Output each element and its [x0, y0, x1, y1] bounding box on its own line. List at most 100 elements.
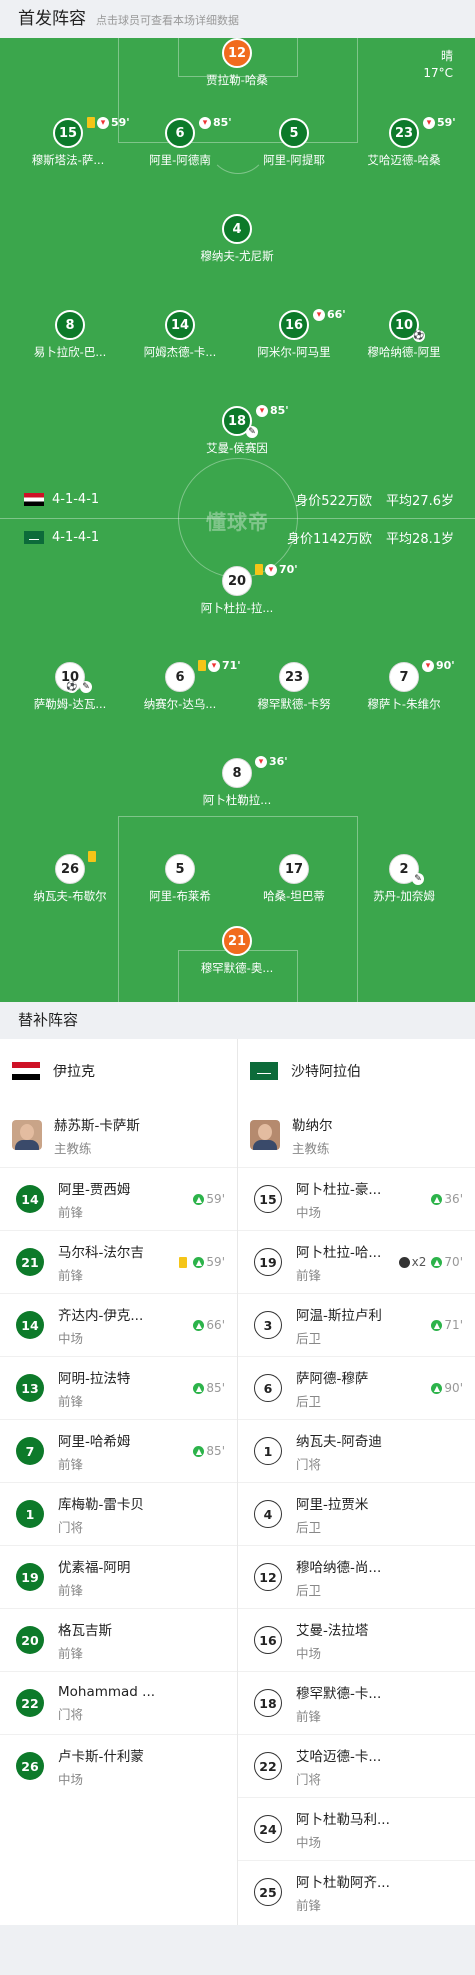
sub-player-row[interactable]: 19 阿卜杜拉-哈... 前锋 x2 ▲ 70': [238, 1230, 475, 1293]
sub-player-row[interactable]: 12 穆哈纳德-尚... 后卫: [238, 1545, 475, 1608]
player-name: 阿里-贾西姆: [58, 1181, 131, 1198]
away-age: 平均28.1岁: [386, 532, 454, 547]
assist-boot-icon: ✎: [246, 426, 258, 438]
sub-in-info: ▲ 36': [431, 1192, 463, 1206]
sub-out-minute: 59': [437, 116, 456, 129]
home-player-14[interactable]: 14 阿姆杰德-卡...: [125, 310, 235, 360]
away-player-7[interactable]: 7 ▾ 90' 穆萨卜-朱维尔: [349, 659, 459, 712]
player-name: 纳赛尔-达乌...: [143, 697, 217, 711]
sub-player-row[interactable]: 18 穆罕默德-卡... 前锋: [238, 1671, 475, 1734]
away-player-8[interactable]: 8 ▾ 36' 阿卜杜勒拉...: [182, 755, 292, 808]
goal-ball-icon: [398, 1256, 410, 1268]
sub-out-minute: 90': [436, 659, 455, 672]
home-player-10[interactable]: 10 ⚽ 穆哈纳德-阿里: [349, 310, 459, 360]
sub-player-row[interactable]: 4 阿里-拉贾米 后卫: [238, 1482, 475, 1545]
sub-player-row[interactable]: 22 Mohammad ... 门将: [0, 1671, 237, 1734]
home-player-8[interactable]: 8 易卜拉欣-巴...: [15, 310, 125, 360]
player-name: 阿卜杜拉-豪...: [296, 1181, 382, 1198]
sub-player-row[interactable]: 19 优素福-阿明 前锋: [0, 1545, 237, 1608]
coach-avatar: [12, 1120, 42, 1150]
sub-player-row[interactable]: 7 阿里-哈希姆 前锋 ▲ 85': [0, 1419, 237, 1482]
home-team-info: 4-1-4-1 身价522万欧 平均27.6岁: [24, 490, 454, 509]
sub-player-row[interactable]: 15 阿卜杜拉-豪... 中场 ▲ 36': [238, 1167, 475, 1230]
away-player-26[interactable]: 26 纳瓦夫-布歇尔: [15, 851, 125, 904]
sub-player-row[interactable]: 24 阿卜杜勒马利... 中场: [238, 1797, 475, 1860]
home-player-4[interactable]: 4 穆纳夫-尤尼斯: [182, 214, 292, 264]
player-name: 艾哈迈德-卡...: [296, 1748, 382, 1765]
player-position: 前锋: [58, 1582, 84, 1598]
away-subs-column: 沙特阿拉伯 勒纳尔 主教练 15 阿卜杜拉-豪... 中场 ▲ 36' 19 阿卜杜拉-哈..…: [237, 1039, 475, 1925]
home-player-5[interactable]: 5 阿里-阿提耶: [239, 118, 349, 168]
sub-player-row[interactable]: 20 格瓦吉斯 前锋: [0, 1608, 237, 1671]
sub-in-info: ▲ 59': [179, 1255, 225, 1269]
player-number: 14: [165, 310, 195, 340]
away-player-2[interactable]: 2 ✎ 苏丹-加奈姆: [349, 854, 459, 904]
home-coach[interactable]: 赫苏斯-卡萨斯 主教练: [0, 1103, 237, 1167]
sub-in-icon: ▲: [431, 1193, 443, 1205]
page-title: 首发阵容: [18, 9, 86, 29]
away-player-5[interactable]: 5 阿里-布莱希: [125, 854, 235, 904]
sub-player-row[interactable]: 25 阿卜杜勒阿齐... 前锋: [238, 1860, 475, 1923]
player-number: 26: [60, 861, 80, 877]
player-name: Mohammad ...: [58, 1683, 156, 1700]
player-position: 中场: [296, 1204, 322, 1220]
player-name: 穆罕默德-卡努: [257, 697, 331, 711]
home-player-23[interactable]: 23 ▾ 59' 艾哈迈德-哈桑: [349, 116, 459, 168]
player-number: 6: [254, 1374, 282, 1402]
weather: 晴 17°C: [423, 48, 453, 82]
player-number: 14: [16, 1185, 44, 1213]
player-number: 6: [175, 125, 185, 141]
player-name: 萨阿德-穆萨: [296, 1370, 369, 1387]
away-player-10[interactable]: 10 ⚽ ✎ 萨勒姆-达瓦...: [15, 662, 125, 712]
sub-out-icon: ▾: [422, 659, 434, 672]
sub-player-row[interactable]: 26 卢卡斯-什利蒙 中场: [0, 1734, 237, 1797]
sub-player-row[interactable]: 6 萨阿德-穆萨 后卫 ▲ 90': [238, 1356, 475, 1419]
home-player-16[interactable]: 16 ▾ 66' 阿米尔-阿马里: [239, 308, 349, 360]
sub-player-row[interactable]: 14 齐达内-伊克... 中场 ▲ 66': [0, 1293, 237, 1356]
player-position: 后卫: [296, 1330, 322, 1346]
player-number: 19: [254, 1248, 282, 1276]
sub-in-icon: ▲: [193, 1382, 205, 1394]
away-player-20[interactable]: 20 ▾ 70' 阿卜杜拉-拉...: [182, 563, 298, 616]
player-name: 阿卜杜勒阿齐...: [296, 1874, 390, 1891]
home-player-6[interactable]: 6 ▾ 85' 阿里-阿德南: [125, 116, 235, 168]
away-player-6[interactable]: 6 ▾ 71' 纳赛尔-达乌...: [125, 659, 241, 712]
sub-in-minute: 36': [444, 1192, 463, 1206]
player-position: 前锋: [58, 1267, 84, 1283]
away-player-23[interactable]: 23 穆罕默德-卡努: [239, 662, 349, 712]
player-name: 苏丹-加奈姆: [373, 889, 435, 903]
player-name: 齐达内-伊克...: [58, 1307, 144, 1324]
sub-player-row[interactable]: 16 艾曼-法拉塔 中场: [238, 1608, 475, 1671]
player-number: 1: [16, 1500, 44, 1528]
home-player-18[interactable]: 18 ▾ 85' ✎ 艾曼-侯赛因: [182, 404, 292, 456]
sub-player-row[interactable]: 1 库梅勒-雷卡贝 门将: [0, 1482, 237, 1545]
player-number: 4: [222, 214, 252, 244]
sub-player-row[interactable]: 21 马尔科-法尔吉 前锋 ▲ 59': [0, 1230, 237, 1293]
player-name: 阿里-阿提耶: [263, 153, 325, 167]
away-player-17[interactable]: 17 哈桑-坦巴蒂: [239, 854, 349, 904]
sub-player-row[interactable]: 3 阿温-斯拉卢利 后卫 ▲ 71': [238, 1293, 475, 1356]
coach-name: 勒纳尔: [292, 1117, 333, 1134]
player-name: 阿卜杜勒马利...: [296, 1811, 390, 1828]
home-player-12[interactable]: 12 贾拉勒-哈桑: [182, 38, 292, 88]
goal-count-label: x2: [411, 1255, 427, 1269]
home-subs-column: 伊拉克 赫苏斯-卡萨斯 主教练 14 阿里-贾西姆 前锋 ▲ 59' 21 马尔科-法尔吉 前锋…: [0, 1039, 237, 1925]
away-player-21[interactable]: 21 穆罕默德-奥...: [182, 926, 292, 976]
player-position: 门将: [296, 1456, 322, 1472]
player-name: 阿卜杜拉-拉...: [200, 601, 274, 615]
home-value: 身价522万欧: [295, 494, 373, 509]
pitch: 懂球帝 晴 17°C 12 贾拉勒-哈桑 15 ▾ 59' 穆斯塔法-萨... 6…: [0, 38, 475, 1002]
player-number: 21: [222, 926, 252, 956]
away-coach[interactable]: 勒纳尔 主教练: [238, 1103, 475, 1167]
sub-player-row[interactable]: 22 艾哈迈德-卡... 门将: [238, 1734, 475, 1797]
sub-player-row[interactable]: 13 阿明-拉法特 前锋 ▲ 85': [0, 1356, 237, 1419]
sub-player-row[interactable]: 1 纳瓦夫-阿奇迪 门将: [238, 1419, 475, 1482]
subs-title: 替补阵容: [0, 1002, 475, 1039]
coach-role: 主教练: [292, 1140, 330, 1156]
sub-player-row[interactable]: 14 阿里-贾西姆 前锋 ▲ 59': [0, 1167, 237, 1230]
sub-out-icon: ▾: [208, 659, 220, 672]
player-position: 后卫: [296, 1393, 322, 1409]
home-player-15[interactable]: 15 ▾ 59' 穆斯塔法-萨...: [13, 116, 130, 168]
player-position: 门将: [58, 1519, 84, 1535]
player-number: 16: [254, 1626, 282, 1654]
